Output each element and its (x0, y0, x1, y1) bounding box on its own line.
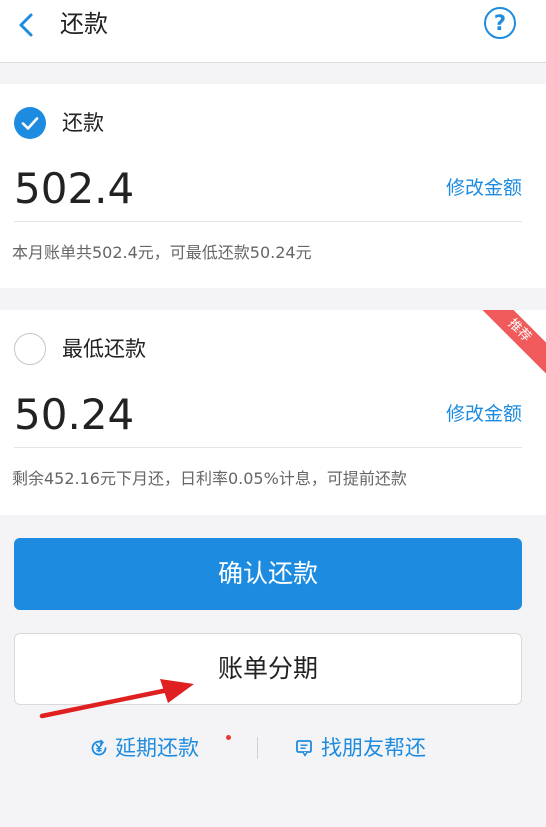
minimum-repayment-radio[interactable] (14, 333, 46, 365)
header-bar: 还款 ? (0, 0, 546, 63)
notification-dot (226, 735, 231, 740)
minimum-repayment-note: 剩余452.16元下月还，日利率0.05%计息，可提前还款 (12, 469, 407, 488)
full-repayment-note: 本月账单共502.4元，可最低还款50.24元 (12, 243, 312, 262)
full-repayment-label: 还款 (62, 111, 104, 135)
help-button[interactable]: ? (484, 7, 516, 39)
chat-icon (296, 740, 312, 757)
chevron-left-icon (19, 13, 33, 37)
minimum-repayment-amount: 50.24 (14, 390, 135, 439)
back-button[interactable] (10, 8, 44, 42)
friend-help-link[interactable]: 找朋友帮还 (295, 732, 426, 762)
divider (14, 221, 522, 222)
full-repayment-radio[interactable] (14, 107, 46, 139)
full-repayment-modify-link[interactable]: 修改金额 (446, 174, 522, 202)
defer-repayment-label: 延期还款 (115, 736, 199, 760)
full-repayment-amount: 502.4 (14, 164, 135, 213)
bill-installment-button[interactable]: 账单分期 (14, 633, 522, 705)
yen-circle-icon (91, 739, 107, 756)
minimum-repayment-card: 推荐 最低还款 50.24 修改金额 剩余452.16元下月还，日利率0.05%… (0, 310, 546, 515)
minimum-repayment-modify-link[interactable]: 修改金额 (446, 400, 522, 428)
divider (14, 447, 522, 448)
full-repayment-card: 还款 502.4 修改金额 本月账单共502.4元，可最低还款50.24元 (0, 84, 546, 288)
confirm-repayment-button[interactable]: 确认还款 (14, 538, 522, 610)
link-separator (257, 737, 258, 759)
page-title: 还款 (60, 10, 108, 38)
friend-help-label: 找朋友帮还 (321, 736, 426, 760)
question-circle-icon: ? (493, 11, 507, 35)
defer-repayment-link[interactable]: 延期还款 (89, 732, 199, 762)
check-icon (21, 117, 39, 130)
minimum-repayment-label: 最低还款 (62, 337, 146, 361)
recommend-badge: 推荐 (472, 310, 546, 378)
